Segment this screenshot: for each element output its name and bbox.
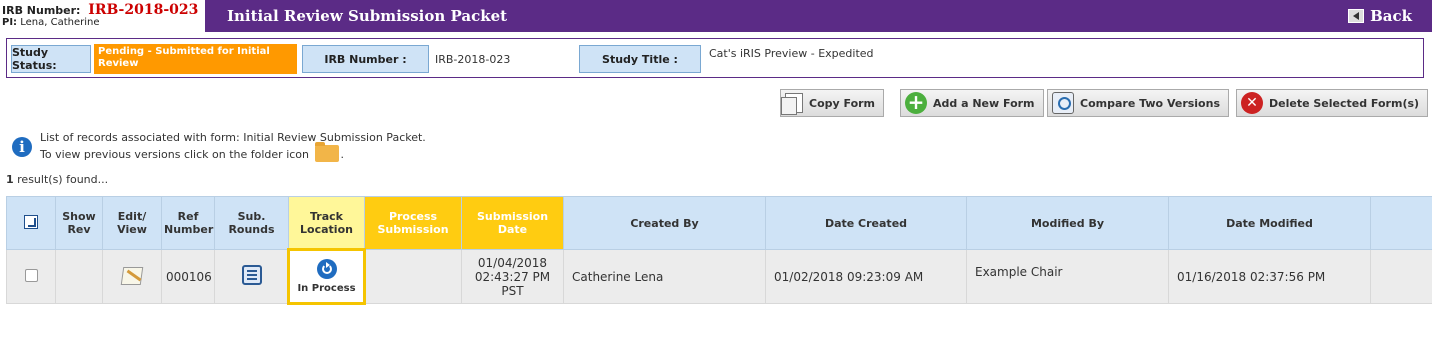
sub-rounds-cell (214, 249, 289, 304)
table-header-row: Show Rev Edit/ View Ref Number Sub. Roun… (6, 196, 1432, 250)
sub-rounds-icon[interactable] (241, 265, 262, 285)
records-table: Show Rev Edit/ View Ref Number Sub. Roun… (6, 196, 1432, 305)
ref-number-cell: 000106 (161, 249, 215, 304)
pi-line: PI: Lena, Catherine (2, 17, 100, 28)
header-extra (1370, 196, 1432, 250)
copy-form-label: Copy Form (809, 96, 876, 110)
title-bar: Initial Review Submission Packet Back (205, 0, 1432, 32)
info-icon: i (12, 137, 32, 157)
compare-icon (1052, 92, 1074, 114)
extra-cell (1370, 249, 1432, 304)
refresh-icon (316, 259, 337, 279)
created-by-cell: Catherine Lena (563, 249, 766, 304)
compare-versions-label: Compare Two Versions (1080, 96, 1220, 110)
info-line-2-end: . (340, 148, 345, 161)
add-icon: + (905, 92, 927, 114)
header-track-location: Track Location (288, 196, 365, 250)
results-number: 1 (6, 173, 14, 186)
back-button[interactable]: Back (1348, 7, 1412, 25)
irb-number-value: IRB-2018-023 (88, 2, 199, 18)
submission-date-time: 02:43:27 PM PST (474, 269, 551, 298)
compare-versions-button[interactable]: Compare Two Versions (1047, 89, 1229, 117)
page-title: Initial Review Submission Packet (227, 7, 508, 25)
edit-view-cell (102, 249, 162, 304)
irb-number-label: IRB Number: (2, 4, 81, 17)
delete-icon: ✕ (1241, 92, 1263, 114)
track-location-cell: In Process (287, 248, 366, 305)
add-new-form-button[interactable]: + Add a New Form (900, 89, 1044, 117)
study-title-value: Cat's iRIS Preview - Expedited (709, 47, 874, 60)
header-created-by: Created By (563, 196, 766, 250)
header-date-created: Date Created (765, 196, 967, 250)
info-line-2: To view previous versions click on the f… (40, 142, 426, 162)
edit-icon[interactable] (120, 265, 144, 285)
back-arrow-icon (1348, 9, 1365, 23)
pi-label: PI: (2, 17, 18, 28)
copy-form-button[interactable]: Copy Form (780, 89, 885, 117)
date-created-cell: 01/02/2018 09:23:09 AM (765, 249, 967, 304)
select-all-header[interactable] (6, 196, 56, 250)
header-submission-date: Submission Date (461, 196, 564, 250)
header-date-modified: Date Modified (1168, 196, 1371, 250)
submission-date-day: 01/04/2018 (477, 255, 548, 270)
track-status-label: In Process (297, 283, 356, 294)
irb-number-field-value: IRB-2018-023 (435, 53, 511, 66)
process-submission-cell (364, 249, 462, 304)
track-location-button[interactable]: In Process (287, 248, 366, 305)
header-ref-number: Ref Number (161, 196, 215, 250)
delete-forms-label: Delete Selected Form(s) (1269, 96, 1420, 110)
info-line-2-text: To view previous versions click on the f… (40, 148, 310, 161)
row-select-cell (6, 249, 56, 304)
study-identity: IRB Number: IRB-2018-023 PI: Lena, Cathe… (0, 0, 205, 30)
results-text: result(s) found... (17, 173, 109, 186)
back-label: Back (1370, 7, 1412, 25)
modified-by-cell: Example Chair (966, 249, 1169, 304)
irb-number-line: IRB Number: IRB-2018-023 (2, 2, 198, 18)
study-status-badge: Pending - Submitted for Initial Review (94, 44, 297, 74)
irb-number-field-label: IRB Number : (302, 45, 429, 73)
header-process-submission: Process Submission (364, 196, 462, 250)
header-sub-rounds: Sub. Rounds (214, 196, 289, 250)
table-row: 000106 In Process 01/04/2018 02:43:27 PM… (6, 248, 1432, 305)
add-new-form-label: Add a New Form (933, 96, 1035, 110)
show-rev-cell (55, 249, 103, 304)
row-checkbox[interactable] (24, 268, 38, 282)
results-count: 1 result(s) found... (6, 173, 108, 186)
header-edit-view: Edit/ View (102, 196, 162, 250)
study-status-label: Study Status: (11, 45, 91, 73)
header-show-rev: Show Rev (55, 196, 103, 250)
date-modified-cell: 01/16/2018 02:37:56 PM (1168, 249, 1371, 304)
submission-date-cell: 01/04/2018 02:43:27 PM PST (461, 249, 564, 304)
folder-icon (314, 142, 339, 162)
copy-icon (781, 93, 803, 115)
study-info-panel: Study Status: Pending - Submitted for In… (6, 38, 1424, 78)
delete-forms-button[interactable]: ✕ Delete Selected Form(s) (1236, 89, 1429, 117)
select-all-icon[interactable] (24, 214, 38, 229)
pi-value: Lena, Catherine (20, 17, 100, 28)
info-message: List of records associated with form: In… (40, 130, 426, 162)
study-title-label: Study Title : (579, 45, 701, 73)
header-modified-by: Modified By (966, 196, 1169, 250)
info-line-1: List of records associated with form: In… (40, 131, 426, 144)
